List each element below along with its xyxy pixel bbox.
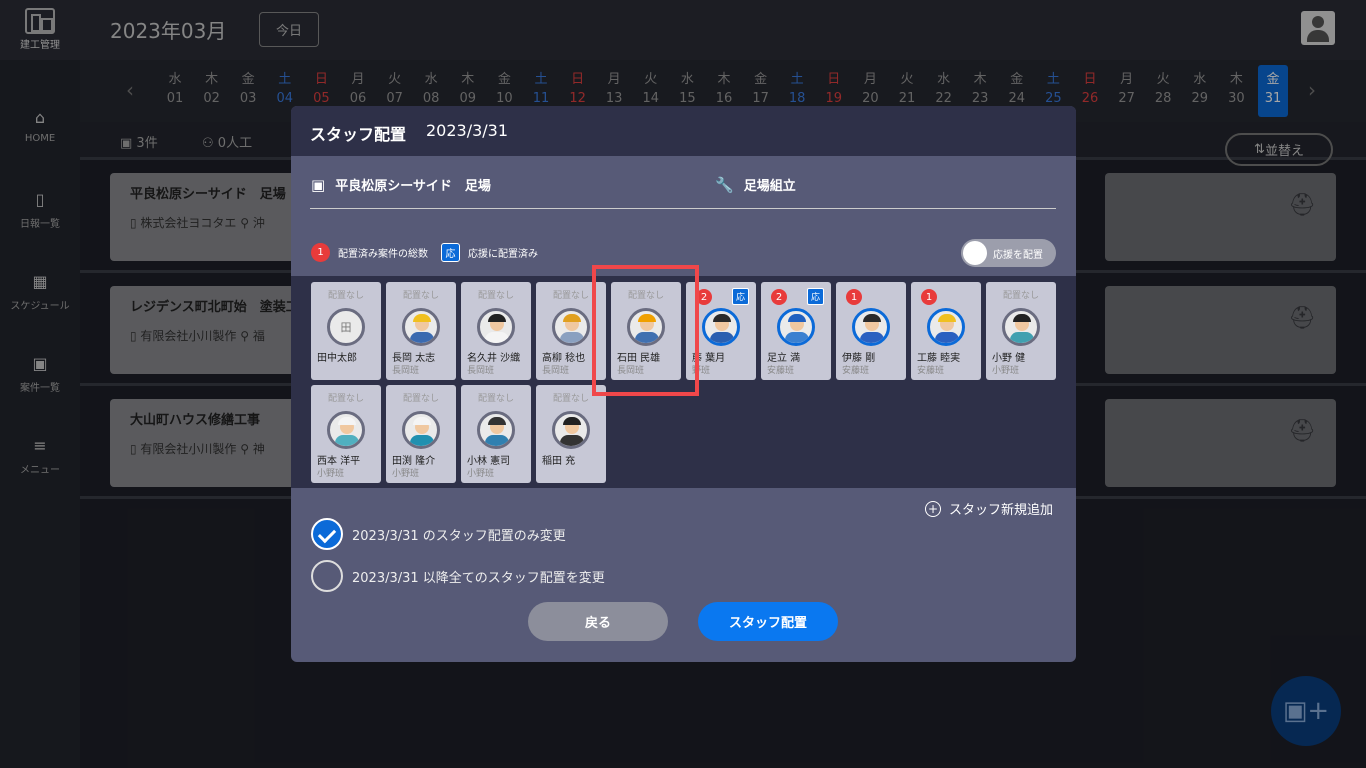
staff-status: 配置なし — [477, 291, 514, 301]
briefcase-icon: ▣ — [311, 175, 326, 194]
back-button[interactable]: 戻る — [528, 602, 668, 641]
staff-avatar — [552, 308, 590, 346]
staff-status: 配置なし — [327, 291, 364, 301]
staff-name: 西本 洋平 — [317, 456, 361, 467]
staff-status: 配置なし — [1002, 291, 1039, 301]
legend-support: 応 応援に配置済み — [441, 243, 538, 262]
support-toggle[interactable]: 応援を配置 — [961, 239, 1056, 267]
toggle-knob — [963, 241, 987, 265]
staff-card[interactable]: 配置なし小林 憲司小野班 — [461, 385, 531, 483]
wrench-icon: 🔧 — [715, 175, 734, 194]
staff-card[interactable]: 配置なし田渕 隆介小野班 — [386, 385, 456, 483]
support-badge-icon: 応 — [807, 288, 824, 305]
staff-avatar — [702, 308, 740, 346]
count-badge-icon: 1 — [311, 243, 330, 262]
staff-team: 長岡班 — [392, 366, 420, 376]
plus-circle-icon: + — [925, 500, 941, 517]
modal-header: スタッフ配置 2023/3/31 — [291, 106, 1076, 156]
staff-card[interactable]: 配置なし名久井 沙織 長岡班 — [461, 282, 531, 380]
work-name: 足場組立 — [743, 179, 796, 194]
radio-all-after-label: 2023/3/31 以降全てのスタッフ配置を変更 — [352, 571, 605, 586]
staff-card[interactable]: 配置なし小野 健小野班 — [986, 282, 1056, 380]
staff-name: 小野 健 — [992, 353, 1026, 364]
staff-name: 長岡 太志 — [392, 353, 436, 364]
staff-name: 足立 満 — [767, 353, 801, 364]
staff-avatar — [402, 308, 440, 346]
staff-status: 配置なし — [477, 394, 514, 404]
staff-card[interactable]: 1 工藤 睦実安藤班 — [911, 282, 981, 380]
assigned-count-badge: 1 — [846, 289, 862, 305]
staff-avatar — [552, 411, 590, 449]
staff-status: 配置なし — [402, 291, 439, 301]
staff-avatar — [327, 411, 365, 449]
staff-name: 伊藤 剛 — [842, 353, 876, 364]
staff-team: 小野班 — [392, 469, 420, 479]
assigned-count-badge: 2 — [771, 289, 787, 305]
staff-status: 配置なし — [402, 394, 439, 404]
selection-highlight — [592, 265, 699, 396]
staff-avatar — [477, 411, 515, 449]
work-name-row: 🔧 足場組立 — [715, 175, 796, 195]
radio-only-this-day[interactable] — [311, 518, 343, 550]
staff-status: 配置なし — [327, 394, 364, 404]
staff-card[interactable]: 1 伊藤 剛安藤班 — [836, 282, 906, 380]
staff-card[interactable]: 配置なし長岡 太志長岡班 — [386, 282, 456, 380]
staff-card[interactable]: 2 応足立 満安藤班 — [761, 282, 831, 380]
modal-title: スタッフ配置 — [310, 125, 407, 144]
staff-name: 工藤 睦実 — [917, 353, 961, 364]
staff-team: 安藤班 — [842, 366, 870, 376]
support-badge-icon: 応 — [441, 243, 460, 262]
legend-count: 1 配置済み案件の総数 — [311, 243, 428, 262]
staff-avatar — [477, 308, 515, 346]
job-name-row: ▣ 平良松原シーサイド 足場 — [311, 175, 491, 195]
radio-all-after[interactable] — [311, 560, 343, 592]
staff-avatar — [927, 308, 965, 346]
staff-name: 田中太郎 — [317, 353, 357, 364]
staff-card[interactable]: 配置なし田田中太郎 — [311, 282, 381, 380]
staff-card[interactable]: 配置なし 稲田 充 — [536, 385, 606, 483]
staff-avatar — [852, 308, 890, 346]
staff-team: 安藤班 — [767, 366, 795, 376]
staff-avatar — [402, 411, 440, 449]
modal-date: 2023/3/31 — [426, 121, 509, 140]
staff-avatar: 田 — [327, 308, 365, 346]
assigned-count-badge: 1 — [921, 289, 937, 305]
staff-team: 長岡班 — [542, 366, 570, 376]
radio-only-this-day-label: 2023/3/31 のスタッフ配置のみ変更 — [352, 529, 566, 544]
staff-name: 名久井 沙織 — [467, 353, 521, 364]
staff-name: 稲田 充 — [542, 456, 576, 467]
support-badge-icon: 応 — [732, 288, 749, 305]
staff-team: 小野班 — [467, 469, 495, 479]
staff-avatar — [1002, 308, 1040, 346]
avatar-initial: 田 — [340, 321, 352, 334]
staff-name: 小林 憲司 — [467, 456, 511, 467]
staff-card[interactable]: 配置なし西本 洋平小野班 — [311, 385, 381, 483]
staff-team: 小野班 — [992, 366, 1020, 376]
staff-team: 安藤班 — [917, 366, 945, 376]
assign-staff-button[interactable]: スタッフ配置 — [698, 602, 838, 641]
job-name: 平良松原シーサイド 足場 — [335, 179, 491, 194]
staff-team: 長岡班 — [467, 366, 495, 376]
divider — [310, 208, 1056, 209]
add-staff-button[interactable]: + スタッフ新規追加 — [925, 499, 1053, 518]
staff-name: 高柳 稔也 — [542, 353, 586, 364]
staff-avatar — [777, 308, 815, 346]
staff-team: 小野班 — [317, 469, 345, 479]
staff-name: 田渕 隆介 — [392, 456, 436, 467]
